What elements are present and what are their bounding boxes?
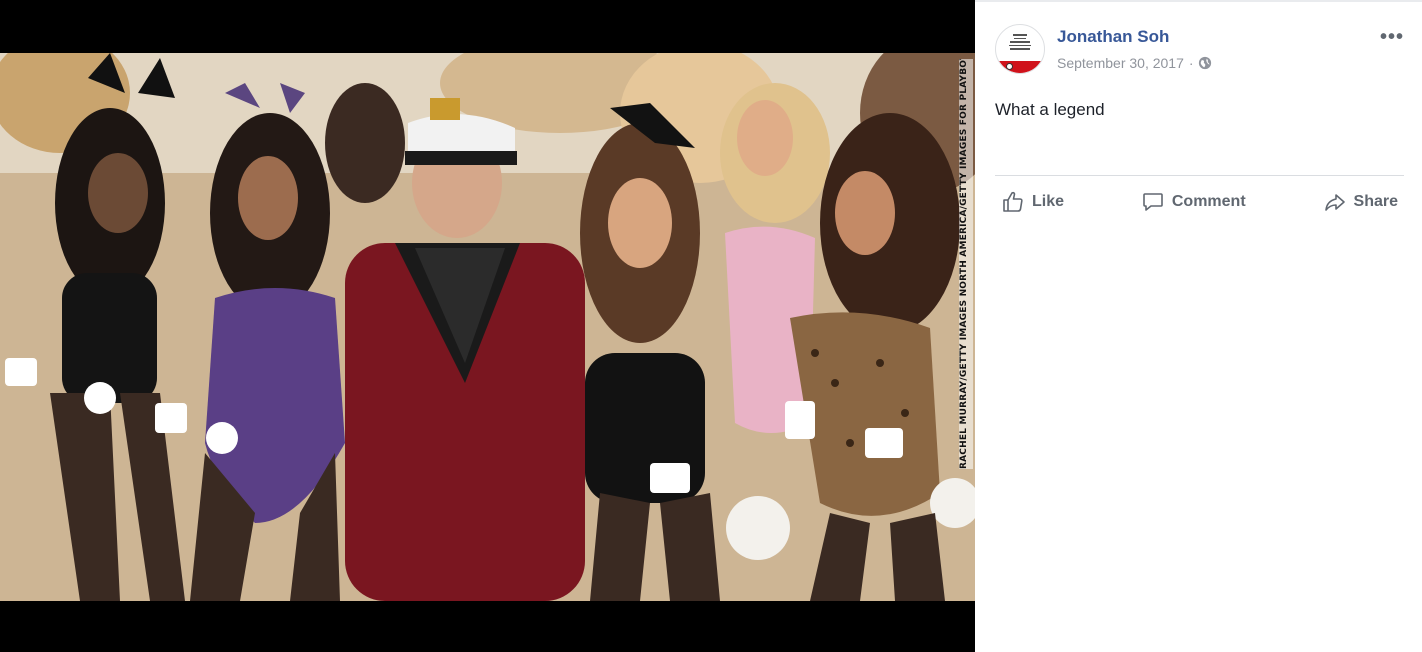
photo-illustration xyxy=(0,53,975,601)
post-date[interactable]: September 30, 2017 xyxy=(1057,55,1184,71)
comment-button[interactable]: Comment xyxy=(1135,186,1252,218)
share-icon xyxy=(1324,194,1345,211)
photo-credit: RACHEL MURRAY/GETTY IMAGES NORTH AMERICA… xyxy=(959,59,973,469)
share-label: Share xyxy=(1353,193,1398,210)
post-actions: Like Comment Share xyxy=(995,185,1404,219)
avatar-badge-icon xyxy=(1006,63,1013,70)
thumbs-up-icon xyxy=(1003,191,1023,212)
post-photo[interactable]: RACHEL MURRAY/GETTY IMAGES NORTH AMERICA… xyxy=(0,53,975,601)
actions-divider xyxy=(995,175,1404,176)
globe-icon xyxy=(1198,56,1211,70)
photo-viewer: RACHEL MURRAY/GETTY IMAGES NORTH AMERICA… xyxy=(0,0,975,652)
more-options-icon[interactable]: ••• xyxy=(1380,26,1404,49)
like-label: Like xyxy=(1032,193,1065,210)
comment-label: Comment xyxy=(1171,193,1246,210)
post-caption: What a legend xyxy=(995,100,1105,119)
comment-icon xyxy=(1143,193,1163,211)
author-name-link[interactable]: Jonathan Soh xyxy=(1057,27,1169,47)
share-button[interactable]: Share xyxy=(1317,186,1404,218)
meta-separator: · xyxy=(1188,55,1194,71)
post-meta: September 30, 2017 · xyxy=(1057,55,1212,71)
avatar-text-lines xyxy=(1006,34,1034,52)
post-sidebar: Jonathan Soh September 30, 2017 · ••• Wh… xyxy=(975,0,1422,652)
author-avatar[interactable] xyxy=(995,24,1045,74)
like-button[interactable]: Like xyxy=(995,186,1070,218)
avatar-red-band xyxy=(996,61,1044,73)
